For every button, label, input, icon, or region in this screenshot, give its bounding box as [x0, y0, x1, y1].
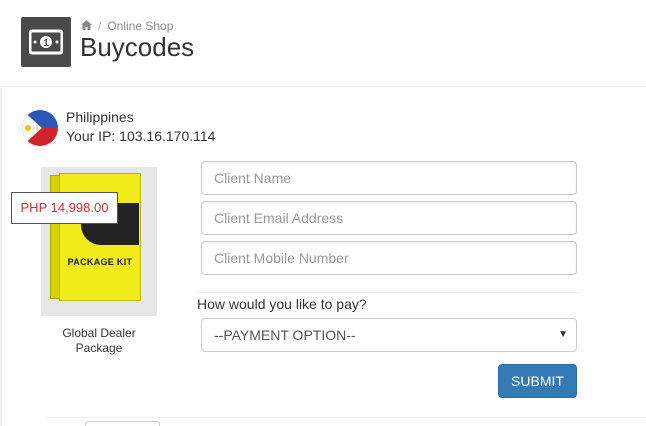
product-name: Global Dealer Package — [62, 326, 136, 355]
home-icon[interactable] — [81, 19, 92, 33]
product-image: PACKAGE KIT — [41, 167, 157, 316]
payment-option-select[interactable]: --PAYMENT OPTION-- ▼ — [201, 318, 577, 352]
client-name-input[interactable] — [201, 161, 577, 195]
chevron-down-icon: ▼ — [558, 329, 568, 340]
philippines-flag-icon — [22, 110, 58, 146]
money-bill-icon: 1 — [21, 17, 71, 67]
ip-address: Your IP: 103.16.170.114 — [66, 128, 216, 144]
form-divider — [197, 292, 581, 293]
country-name: Philippines — [66, 109, 134, 125]
client-mobile-input[interactable] — [201, 241, 577, 275]
breadcrumb-separator: / — [98, 19, 102, 33]
price-tag: PHP 14,998.00 — [11, 192, 118, 224]
svg-text:1: 1 — [43, 38, 49, 49]
client-email-input[interactable] — [201, 201, 577, 235]
page-title: Buycodes — [80, 32, 195, 62]
left-border — [0, 88, 2, 426]
box-label: PACKAGE KIT — [67, 257, 133, 267]
page-header: 1 / Online Shop Buycodes — [0, 0, 646, 87]
bottom-divider — [47, 417, 646, 418]
payment-label: How would you like to pay? — [197, 296, 367, 312]
breadcrumb: / Online Shop — [81, 19, 173, 33]
location-info: Philippines Your IP: 103.16.170.114 — [22, 108, 215, 146]
submit-button[interactable]: SUBMIT — [498, 364, 577, 398]
payment-option-value: --PAYMENT OPTION-- — [214, 327, 356, 343]
bottom-element[interactable] — [85, 421, 160, 426]
breadcrumb-current[interactable]: Online Shop — [107, 19, 173, 33]
